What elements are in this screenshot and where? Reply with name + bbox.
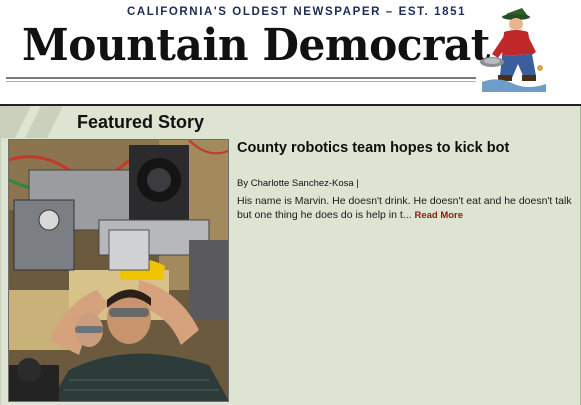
featured-story-byline: By Charlotte Sanchez-Kosa |	[237, 178, 359, 189]
robot-photo-icon	[9, 140, 228, 401]
gold-miner-icon	[480, 8, 546, 92]
featured-story-headline[interactable]: County robotics team hopes to kick bot	[237, 140, 577, 156]
masthead-tagline: California's Oldest Newspaper – Est. 185…	[127, 6, 467, 18]
read-more-link[interactable]: Read More	[414, 210, 463, 221]
featured-story-excerpt: His name is Marvin. He doesn't drink. He…	[237, 194, 573, 223]
featured-story-panel: Featured Story County robotics team hope…	[0, 106, 581, 405]
featured-story-photo[interactable]	[8, 139, 229, 402]
featured-story-title: Featured Story	[77, 112, 205, 132]
masthead: California's Oldest Newspaper – Est. 185…	[0, 0, 581, 104]
excerpt-text: His name is Marvin. He doesn't drink. He…	[237, 195, 572, 221]
masthead-rule	[6, 77, 476, 79]
featured-header: Featured Story	[1, 106, 581, 138]
newspaper-nameplate[interactable]: Mountain Democrat	[22, 20, 490, 72]
masthead-rule-thin	[6, 81, 476, 82]
